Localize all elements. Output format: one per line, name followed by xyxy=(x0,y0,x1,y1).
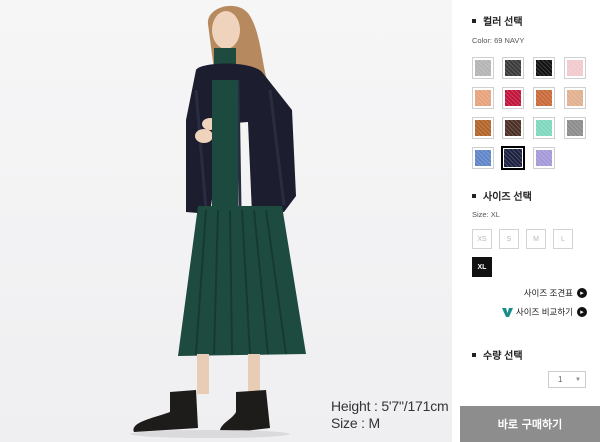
product-photo: Height : 5'7"/171cm Size : M xyxy=(0,0,452,442)
color-swatch-mint[interactable] xyxy=(533,117,555,139)
size-button-m[interactable]: M xyxy=(526,229,546,249)
color-swatch-red[interactable] xyxy=(502,87,524,109)
bullet-icon xyxy=(472,194,476,199)
color-swatch-light-gray[interactable] xyxy=(472,57,494,79)
selected-size-label: Size: XL xyxy=(472,210,500,219)
v-logo-icon xyxy=(501,307,513,317)
color-swatch-dark-gray[interactable] xyxy=(502,57,524,79)
color-swatch-blue[interactable] xyxy=(472,147,494,169)
size-button-xs[interactable]: XS xyxy=(472,229,492,249)
swatch-fill xyxy=(567,90,583,106)
quantity-select[interactable]: 1 ▼ xyxy=(548,371,586,388)
arrow-right-icon: ▸ xyxy=(577,307,587,317)
color-swatch-brown[interactable] xyxy=(472,117,494,139)
color-swatch-lavender[interactable] xyxy=(533,147,555,169)
model-height: Height : 5'7"/171cm xyxy=(331,398,449,414)
model-illustration xyxy=(0,0,452,442)
swatch-fill xyxy=(475,60,491,76)
options-panel: 컬러 선택 Color: 69 NAVY 사이즈 선택 Size: XL XS S… xyxy=(452,0,600,442)
chevron-down-icon: ▼ xyxy=(575,376,581,383)
swatch-fill xyxy=(567,120,583,136)
color-swatch-orange-brown[interactable] xyxy=(533,87,555,109)
bullet-icon xyxy=(472,353,476,358)
size-button-xl[interactable]: XL xyxy=(472,257,492,277)
color-section-title: 컬러 선택 xyxy=(472,13,523,28)
color-swatch-peach[interactable] xyxy=(472,87,494,109)
swatch-fill xyxy=(536,60,552,76)
size-chart-link[interactable]: 사이즈 조견표 ▸ xyxy=(524,287,587,299)
size-button-s[interactable]: S xyxy=(499,229,519,249)
swatch-fill xyxy=(567,60,583,76)
swatch-fill xyxy=(536,150,552,166)
quantity-section-title: 수량 선택 xyxy=(472,347,523,362)
buy-now-button[interactable]: 바로 구매하기 xyxy=(460,406,600,442)
size-button-l[interactable]: L xyxy=(553,229,573,249)
swatch-fill xyxy=(475,150,491,166)
model-size: Size : M xyxy=(331,415,380,431)
color-swatch-gray[interactable] xyxy=(564,117,586,139)
arrow-right-icon: ▸ xyxy=(577,288,587,298)
swatch-fill xyxy=(505,90,521,106)
color-swatch-navy[interactable] xyxy=(501,146,525,170)
size-section-title: 사이즈 선택 xyxy=(472,188,532,203)
color-swatch-black[interactable] xyxy=(533,57,555,79)
swatch-fill xyxy=(505,120,521,136)
swatch-fill xyxy=(475,90,491,106)
color-swatch-dark-brown[interactable] xyxy=(502,117,524,139)
model-caption: Height : 5'7"/171cm Size : M xyxy=(331,398,449,432)
bullet-icon xyxy=(472,19,476,24)
swatch-fill xyxy=(475,120,491,136)
swatch-fill xyxy=(504,149,522,167)
color-swatch-beige[interactable] xyxy=(564,87,586,109)
swatch-fill xyxy=(536,120,552,136)
swatch-fill xyxy=(536,90,552,106)
color-swatch-light-pink[interactable] xyxy=(564,57,586,79)
size-compare-link[interactable]: 사이즈 비교하기 ▸ xyxy=(501,306,587,318)
swatch-fill xyxy=(505,60,521,76)
selected-color-label: Color: 69 NAVY xyxy=(472,36,525,45)
